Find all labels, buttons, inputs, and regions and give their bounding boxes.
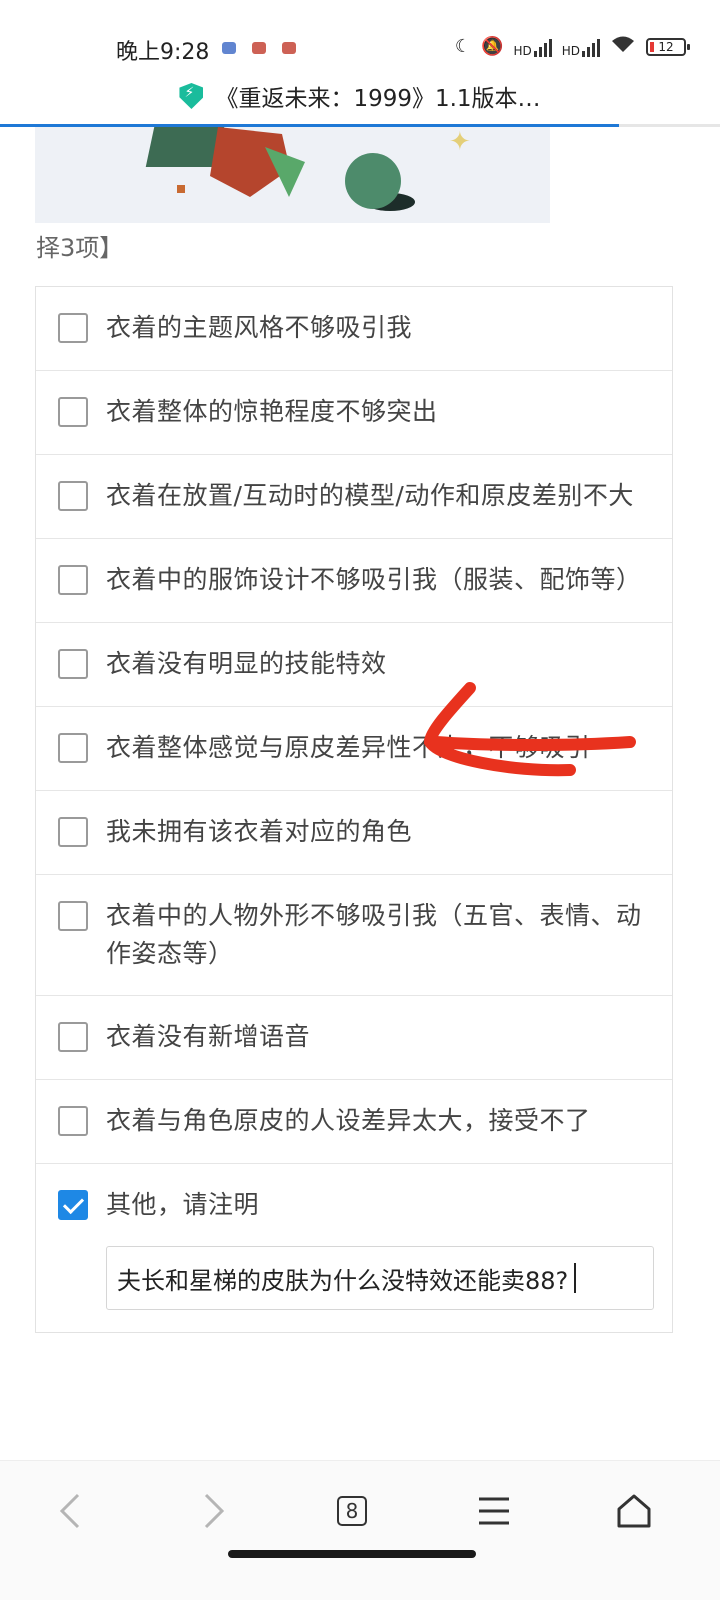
moon-icon: ☾ — [454, 36, 472, 57]
option-label: 衣着的主题风格不够吸引我 — [106, 313, 413, 342]
app-notification-icon — [222, 42, 236, 54]
signal-icon: HD — [562, 37, 600, 57]
shield-icon — [179, 83, 204, 109]
signal-icon: HD — [513, 37, 552, 58]
back-icon — [59, 1493, 80, 1529]
checkbox[interactable] — [58, 1022, 88, 1052]
gesture-home-indicator[interactable] — [228, 1550, 476, 1558]
option-item[interactable]: 我未拥有该衣着对应的角色 — [36, 791, 672, 875]
status-bar: 晚上9:28 ☾ 🔕 HD HD 12 — [0, 0, 720, 86]
option-label: 衣着整体的惊艳程度不够突出 — [106, 397, 438, 426]
forward-icon — [204, 1493, 225, 1529]
checkbox[interactable] — [58, 1106, 88, 1136]
checkbox[interactable] — [58, 397, 88, 427]
forward-button[interactable] — [182, 1479, 246, 1543]
option-label: 其他，请注明 — [106, 1190, 260, 1219]
status-indicators: ☾ 🔕 HD HD 12 — [454, 34, 690, 59]
option-item[interactable]: 衣着中的服饰设计不够吸引我（服装、配饰等） — [36, 539, 672, 623]
option-label: 我未拥有该衣着对应的角色 — [106, 817, 413, 846]
home-icon — [617, 1494, 651, 1528]
checkbox[interactable] — [58, 313, 88, 343]
notification-icons — [222, 42, 296, 54]
option-item[interactable]: 衣着的主题风格不够吸引我 — [36, 287, 672, 371]
option-item[interactable]: 衣着与角色原皮的人设差异太大，接受不了 — [36, 1080, 672, 1164]
menu-icon — [479, 1497, 509, 1525]
option-label: 衣着在放置/互动时的模型/动作和原皮差别不大 — [106, 481, 634, 510]
network-label: HD — [513, 43, 532, 58]
tabs-button[interactable]: 8 — [320, 1479, 384, 1543]
other-text-value: 夫长和星梯的皮肤为什么没特效还能卖88? — [117, 1266, 569, 1295]
other-text-input[interactable]: 夫长和星梯的皮肤为什么没特效还能卖88? — [106, 1246, 654, 1310]
text-caret — [574, 1263, 577, 1293]
tabs-icon: 8 — [337, 1496, 367, 1526]
option-label: 衣着与角色原皮的人设差异太大，接受不了 — [106, 1106, 591, 1135]
network-label: HD — [561, 43, 580, 58]
option-item[interactable]: 衣着中的人物外形不够吸引我（五官、表情、动作姿态等） — [36, 875, 672, 996]
page-title: 《重返未来：1999》1.1版本… — [215, 86, 541, 112]
home-button[interactable] — [602, 1479, 666, 1543]
option-label: 衣着中的服饰设计不够吸引我（服装、配饰等） — [106, 565, 642, 594]
option-item[interactable]: 衣着整体的惊艳程度不够突出 — [36, 371, 672, 455]
browser-bottom-bar: 8 — [0, 1460, 720, 1600]
menu-button[interactable] — [462, 1479, 526, 1543]
battery-icon: 12 — [646, 37, 690, 56]
checkbox[interactable] — [58, 565, 88, 595]
option-label: 衣着没有明显的技能特效 — [106, 649, 387, 678]
option-item[interactable]: 衣着在放置/互动时的模型/动作和原皮差别不大 — [36, 455, 672, 539]
options-list: 衣着的主题风格不够吸引我 衣着整体的惊艳程度不够突出 衣着在放置/互动时的模型/… — [35, 286, 673, 1333]
page-title-bar[interactable]: 《重返未来：1999》1.1版本… — [0, 78, 720, 114]
checkbox[interactable] — [58, 901, 88, 931]
mute-icon: 🔕 — [481, 36, 504, 57]
checkbox[interactable] — [58, 481, 88, 511]
app-notification-icon — [282, 42, 296, 54]
option-label: 衣着中的人物外形不够吸引我（五官、表情、动作姿态等） — [106, 901, 642, 968]
checkbox[interactable] — [58, 733, 88, 763]
status-time: 晚上9:28 — [116, 40, 210, 65]
app-notification-icon — [252, 42, 266, 54]
checkbox[interactable] — [58, 649, 88, 679]
back-button[interactable] — [38, 1479, 102, 1543]
option-item[interactable]: 衣着没有新增语音 — [36, 996, 672, 1080]
checkbox[interactable] — [58, 1190, 88, 1220]
red-arrow-annotation — [423, 682, 636, 777]
wifi-icon — [610, 34, 636, 59]
question-hint: 择3项】 — [36, 234, 124, 262]
option-item-other[interactable]: 其他，请注明 夫长和星梯的皮肤为什么没特效还能卖88? — [36, 1164, 672, 1332]
battery-level: 12 — [658, 39, 674, 54]
checkbox[interactable] — [58, 817, 88, 847]
option-label: 衣着没有新增语音 — [106, 1022, 311, 1051]
banner-image: ✦ — [35, 127, 550, 223]
